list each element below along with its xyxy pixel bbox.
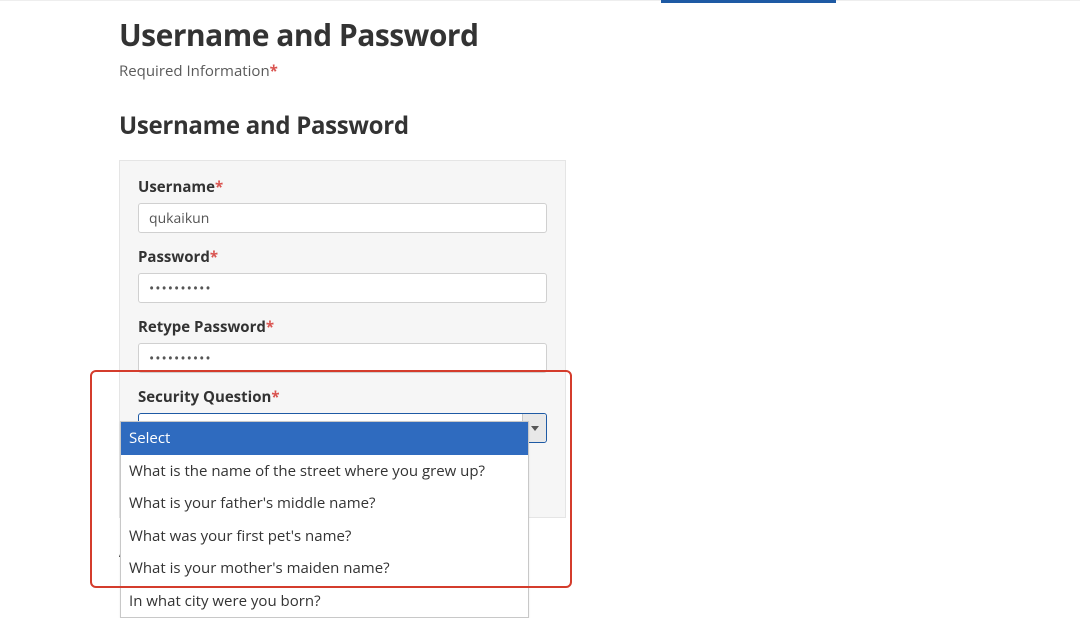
section-title: Username and Password [119,109,1019,142]
dropdown-option[interactable]: What was your first pet's name? [121,520,528,553]
retype-password-input[interactable] [138,343,547,373]
password-label: Password* [138,247,547,267]
retype-password-group: Retype Password* [138,317,547,373]
dropdown-option[interactable]: In what city were you born? [121,585,528,618]
page-title: Username and Password [119,14,1019,55]
username-label: Username* [138,177,547,197]
password-group: Password* [138,247,547,303]
dropdown-option[interactable]: What is the name of the street where you… [121,455,528,488]
required-info-label: Required Information* [119,61,1019,81]
password-input[interactable] [138,273,547,303]
username-input[interactable] [138,203,547,233]
username-group: Username* [138,177,547,233]
top-divider [0,0,1080,1]
dropdown-option[interactable]: Select [121,422,528,455]
security-question-dropdown[interactable]: SelectWhat is the name of the street whe… [120,421,529,618]
active-tab-indicator [661,0,836,3]
security-question-label: Security Question* [138,387,547,407]
chevron-down-icon [531,426,539,431]
dropdown-option[interactable]: What is your father's middle name? [121,487,528,520]
credentials-form-card: Username* Password* Retype Password* Sec… [119,160,566,518]
required-asterisk: * [270,61,278,81]
dropdown-option[interactable]: What is your mother's maiden name? [121,552,528,585]
main-content: Username and Password Required Informati… [119,0,1019,518]
retype-password-label: Retype Password* [138,317,547,337]
